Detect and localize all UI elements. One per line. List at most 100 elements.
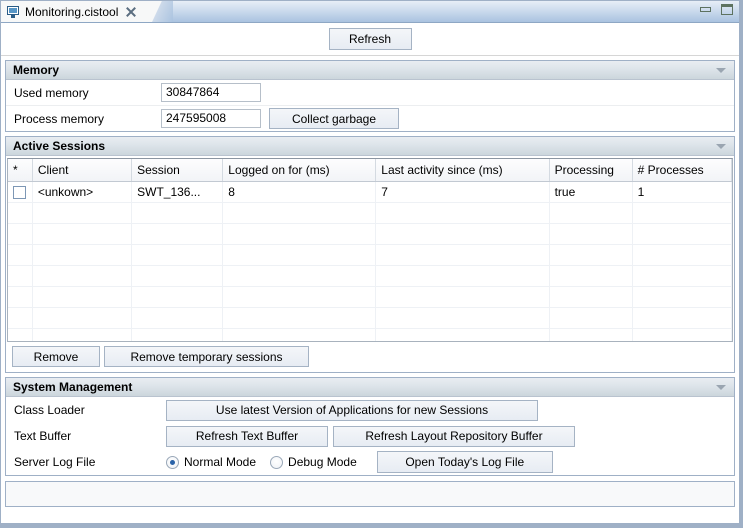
close-icon[interactable]	[125, 6, 137, 18]
column-header-logged-on-for[interactable]: Logged on for (ms)	[222, 159, 377, 182]
system-management-section: System Management Class Loader Use lates…	[5, 377, 735, 476]
window-controls	[699, 4, 734, 16]
cell-empty	[32, 202, 133, 224]
cell-empty	[32, 223, 133, 245]
cell-empty	[632, 202, 732, 224]
cell-empty	[375, 265, 550, 287]
cell-empty	[632, 223, 732, 245]
cell-empty	[632, 307, 732, 329]
server-log-file-row: Server Log File Normal Mode Debug Mode O…	[6, 449, 734, 475]
cell-empty	[222, 265, 377, 287]
cell-empty	[222, 223, 377, 245]
active-sessions-header[interactable]: Active Sessions	[6, 137, 734, 156]
cell-logged-on-for: 8	[222, 181, 377, 203]
refresh-layout-repository-buffer-button[interactable]: Refresh Layout Repository Buffer	[333, 425, 575, 447]
class-loader-row: Class Loader Use latest Version of Appli…	[6, 397, 734, 423]
cell-empty	[8, 244, 33, 266]
cell-empty	[32, 286, 133, 308]
radio-debug-mode-indicator[interactable]	[270, 455, 284, 469]
minimize-icon[interactable]	[699, 4, 713, 16]
memory-section-title: Memory	[13, 63, 60, 77]
cell-empty	[32, 328, 133, 341]
cell-empty	[32, 244, 133, 266]
class-loader-label: Class Loader	[14, 403, 85, 417]
sessions-header-row: * Client Session Logged on for (ms) Last…	[8, 159, 732, 182]
chevron-down-icon[interactable]	[716, 68, 726, 73]
remove-temporary-sessions-button[interactable]: Remove temporary sessions	[104, 346, 309, 367]
cell-empty	[549, 286, 633, 308]
row-select-cell[interactable]	[8, 181, 33, 203]
radio-debug-mode[interactable]: Debug Mode	[270, 455, 357, 469]
cell-empty	[222, 244, 377, 266]
cell-empty	[375, 244, 550, 266]
column-header-select[interactable]: *	[8, 159, 33, 182]
memory-section: Memory Used memory 30847864 Process memo…	[5, 60, 735, 132]
toolbar: Refresh	[1, 23, 739, 56]
use-latest-version-button[interactable]: Use latest Version of Applications for n…	[166, 399, 538, 421]
cell-empty	[549, 307, 633, 329]
chevron-down-icon[interactable]	[716, 385, 726, 390]
cell-empty	[222, 286, 377, 308]
tab-monitoring[interactable]: Monitoring.cistool	[1, 1, 174, 22]
column-header-last-activity[interactable]: Last activity since (ms)	[375, 159, 550, 182]
application-window: Monitoring.cistool Refresh Memory Used m…	[0, 0, 743, 528]
chevron-down-icon[interactable]	[716, 144, 726, 149]
used-memory-value[interactable]: 30847864	[161, 83, 261, 102]
cell-empty	[222, 328, 377, 341]
process-memory-row: Process memory 247595008 Collect garbage	[6, 106, 734, 131]
refresh-button[interactable]: Refresh	[328, 28, 412, 50]
cell-empty	[375, 223, 550, 245]
column-header-client[interactable]: Client	[32, 159, 133, 182]
session-actions: Remove Remove temporary sessions	[6, 342, 734, 372]
radio-debug-mode-label: Debug Mode	[288, 455, 357, 469]
table-row[interactable]	[8, 202, 732, 224]
radio-normal-mode-indicator[interactable]	[166, 455, 179, 469]
cell-empty	[632, 286, 732, 308]
monitor-icon	[7, 5, 20, 18]
open-todays-log-file-button[interactable]: Open Today's Log File	[376, 451, 553, 473]
cell-client: <unkown>	[32, 181, 133, 203]
cell-empty	[549, 244, 633, 266]
system-management-title: System Management	[13, 380, 133, 394]
table-row[interactable]	[8, 286, 732, 308]
table-row[interactable]	[8, 328, 732, 341]
sessions-table: * Client Session Logged on for (ms) Last…	[8, 159, 732, 341]
tab-bar: Monitoring.cistool	[1, 1, 739, 23]
text-buffer-label: Text Buffer	[14, 429, 72, 443]
radio-normal-mode-label: Normal Mode	[184, 455, 257, 469]
maximize-icon[interactable]	[720, 4, 734, 16]
cell-empty	[8, 265, 33, 287]
tab-title: Monitoring.cistool	[25, 4, 119, 19]
table-row[interactable]: <unkown> SWT_136... 8 7 true 1	[8, 181, 732, 203]
column-header-processes[interactable]: # Processes	[632, 159, 732, 182]
collect-garbage-button[interactable]: Collect garbage	[269, 108, 399, 129]
cell-empty	[131, 307, 224, 329]
cell-empty	[375, 307, 550, 329]
cell-empty	[32, 265, 133, 287]
server-log-file-label: Server Log File	[14, 455, 96, 469]
table-row[interactable]	[8, 244, 732, 266]
cell-empty	[131, 265, 224, 287]
sessions-table-container[interactable]: * Client Session Logged on for (ms) Last…	[7, 158, 733, 342]
window-content: Monitoring.cistool Refresh Memory Used m…	[1, 1, 739, 523]
table-row[interactable]	[8, 223, 732, 245]
process-memory-value[interactable]: 247595008	[161, 109, 261, 128]
memory-section-body: Used memory 30847864 Process memory 2475…	[6, 80, 734, 131]
table-row[interactable]	[8, 307, 732, 329]
memory-section-header[interactable]: Memory	[6, 61, 734, 80]
cell-empty	[131, 286, 224, 308]
sessions-table-head: * Client Session Logged on for (ms) Last…	[8, 159, 732, 182]
cell-empty	[549, 265, 633, 287]
column-header-processing[interactable]: Processing	[549, 159, 633, 182]
remove-button[interactable]: Remove	[12, 346, 100, 367]
cell-empty	[32, 307, 133, 329]
column-header-session[interactable]: Session	[131, 159, 224, 182]
radio-normal-mode[interactable]: Normal Mode	[166, 455, 256, 469]
refresh-text-buffer-button[interactable]: Refresh Text Buffer	[166, 425, 328, 447]
cell-empty	[375, 328, 550, 341]
row-checkbox[interactable]	[13, 185, 26, 199]
text-buffer-row: Text Buffer Refresh Text Buffer Refresh …	[6, 423, 734, 449]
table-row[interactable]	[8, 265, 732, 287]
system-management-header[interactable]: System Management	[6, 378, 734, 397]
cell-empty	[131, 328, 224, 341]
